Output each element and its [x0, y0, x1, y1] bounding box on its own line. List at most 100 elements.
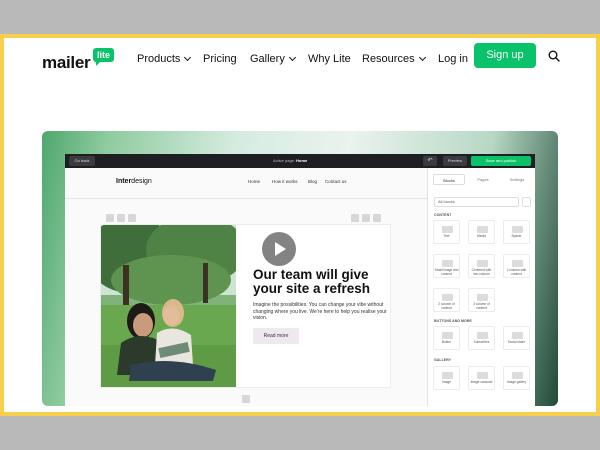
search-icon[interactable] — [522, 197, 531, 207]
site-menu-blog[interactable]: Blog — [308, 179, 317, 184]
block-thumbnail — [512, 260, 523, 267]
signup-button[interactable]: Sign up — [474, 43, 536, 68]
block-image-carousel[interactable]: Image carousel — [468, 366, 495, 390]
editor-preview: Go back Active page: Home ↶ Preview Save… — [42, 131, 558, 406]
block-thumbnail — [442, 294, 453, 301]
login-link[interactable]: Log in — [438, 53, 468, 65]
search-icon[interactable] — [548, 50, 560, 62]
active-page-label: Active page: — [273, 158, 296, 163]
read-more-button[interactable]: Read more — [253, 328, 299, 344]
block-button[interactable]: Button — [433, 326, 460, 350]
chevron-down-icon — [418, 53, 426, 62]
block-2-column-content[interactable]: 2 column with content — [503, 254, 530, 278]
logo-text: mailer — [42, 53, 91, 72]
block-thumbnail — [512, 226, 523, 233]
section-content-title: CONTENT — [434, 213, 452, 217]
block-label: Media — [477, 234, 486, 238]
block-label: Social share — [507, 340, 526, 344]
active-page-indicator[interactable]: Active page: Home — [273, 158, 307, 163]
section-buttons-title: BUTTONS AND MORE — [434, 319, 472, 323]
nav-item-label: Pricing — [203, 53, 237, 65]
block-label: 2 column with content — [506, 268, 527, 276]
block-thumbnail — [442, 332, 453, 339]
block-label: Subscribes — [473, 340, 490, 344]
block-3-column-of-content[interactable]: 3 column of content — [468, 288, 495, 312]
block-thumbnail — [442, 260, 453, 267]
block-image[interactable]: Image — [433, 366, 460, 390]
site-logo-rest: design — [131, 178, 152, 185]
block-label: Image — [442, 380, 451, 384]
block-small-image-content[interactable]: Small image and content — [433, 254, 460, 278]
nav-item-pricing[interactable]: Pricing — [203, 53, 237, 65]
block-centered-two-column[interactable]: Centered with two column — [468, 254, 495, 278]
block-thumbnail — [477, 226, 488, 233]
block-thumbnail — [477, 260, 488, 267]
nav-item-label: Why Lite — [308, 53, 351, 65]
chevron-down-icon — [184, 53, 192, 62]
block-thumbnail — [512, 332, 523, 339]
chevron-down-icon — [288, 53, 296, 62]
nav-item-why-lite[interactable]: Why Lite — [308, 53, 351, 65]
top-nav: mailer lite Products Pricing Gallery Why… — [4, 38, 596, 82]
block-spacer[interactable]: Spacer — [503, 220, 530, 244]
block-label: Centered with two column — [471, 268, 492, 276]
play-video-icon[interactable] — [262, 232, 296, 266]
nav-item-products[interactable]: Products — [137, 53, 192, 65]
block-label: Image carousel — [470, 380, 493, 384]
move-down-icon[interactable] — [117, 214, 125, 222]
nav-item-resources[interactable]: Resources — [362, 53, 426, 65]
block-media[interactable]: Media — [468, 220, 495, 244]
block-subscribes[interactable]: Subscribes — [468, 326, 495, 350]
duplicate-icon[interactable] — [362, 214, 370, 222]
undo-icon[interactable]: ↶ — [423, 156, 437, 166]
site-menu-home[interactable]: Home — [248, 179, 260, 184]
tab-settings[interactable]: Settings — [501, 174, 533, 185]
edit-icon[interactable] — [351, 214, 359, 222]
block-2-column-of-content[interactable]: 2 column of content — [433, 288, 460, 312]
block-label: 3 column of content — [473, 302, 490, 310]
block-label: Small image and content — [434, 268, 459, 276]
block-thumbnail — [477, 332, 488, 339]
add-block-icon[interactable] — [242, 395, 250, 403]
block-thumbnail — [512, 372, 523, 379]
block-social-share[interactable]: Social share — [503, 326, 530, 350]
preview-button[interactable]: Preview — [443, 156, 467, 166]
hero-headline[interactable]: Our team will give your site a refresh — [253, 268, 393, 296]
block-label: Text — [443, 234, 450, 238]
save-publish-button[interactable]: Save and publish — [471, 156, 531, 166]
editor-toolbar: Go back Active page: Home ↶ Preview Save… — [65, 154, 535, 168]
block-thumbnail — [442, 372, 453, 379]
site-menu-how-it-works[interactable]: How it works — [272, 179, 298, 184]
nav-item-gallery[interactable]: Gallery — [250, 53, 296, 65]
editor-canvas: Interdesign Home How it works Blog Conta… — [65, 168, 427, 406]
logo-badge: lite — [93, 48, 114, 66]
block-label: Button — [441, 340, 452, 344]
nav-item-label: Products — [137, 53, 181, 65]
tab-blocks[interactable]: Blocks — [433, 174, 465, 185]
active-page-value: Home — [296, 158, 308, 163]
nav-item-label: Gallery — [250, 53, 285, 65]
block-image-gallery[interactable]: Image gallery — [503, 366, 530, 390]
site-logo-bold: Inter — [116, 178, 132, 185]
block-thumbnail — [477, 372, 488, 379]
block-label: 2 column of content — [438, 302, 455, 310]
blocks-panel: Blocks Pages Settings All blocks CONTENT… — [427, 168, 535, 406]
section-gallery-title: GALLERY — [434, 358, 452, 362]
block-thumbnail — [477, 294, 488, 301]
browser-frame: mailer lite Products Pricing Gallery Why… — [0, 34, 600, 416]
block-thumbnail — [442, 226, 453, 233]
block-text[interactable]: Text — [433, 220, 460, 244]
delete-icon[interactable] — [373, 214, 381, 222]
drag-handle-icon[interactable] — [128, 214, 136, 222]
move-up-icon[interactable] — [106, 214, 114, 222]
block-filter-select[interactable]: All blocks — [434, 197, 519, 207]
block-label: Spacer — [511, 234, 522, 238]
tab-pages[interactable]: Pages — [467, 174, 499, 185]
hero-body-text[interactable]: Imagine the possibilities. You can chang… — [253, 302, 393, 322]
go-back-button[interactable]: Go back — [69, 156, 95, 166]
site-divider — [65, 198, 427, 199]
nav-item-label: Resources — [362, 53, 415, 65]
block-label: Image gallery — [506, 380, 527, 384]
hero-photo — [101, 225, 236, 387]
site-menu-contact[interactable]: Contact us — [325, 179, 347, 184]
